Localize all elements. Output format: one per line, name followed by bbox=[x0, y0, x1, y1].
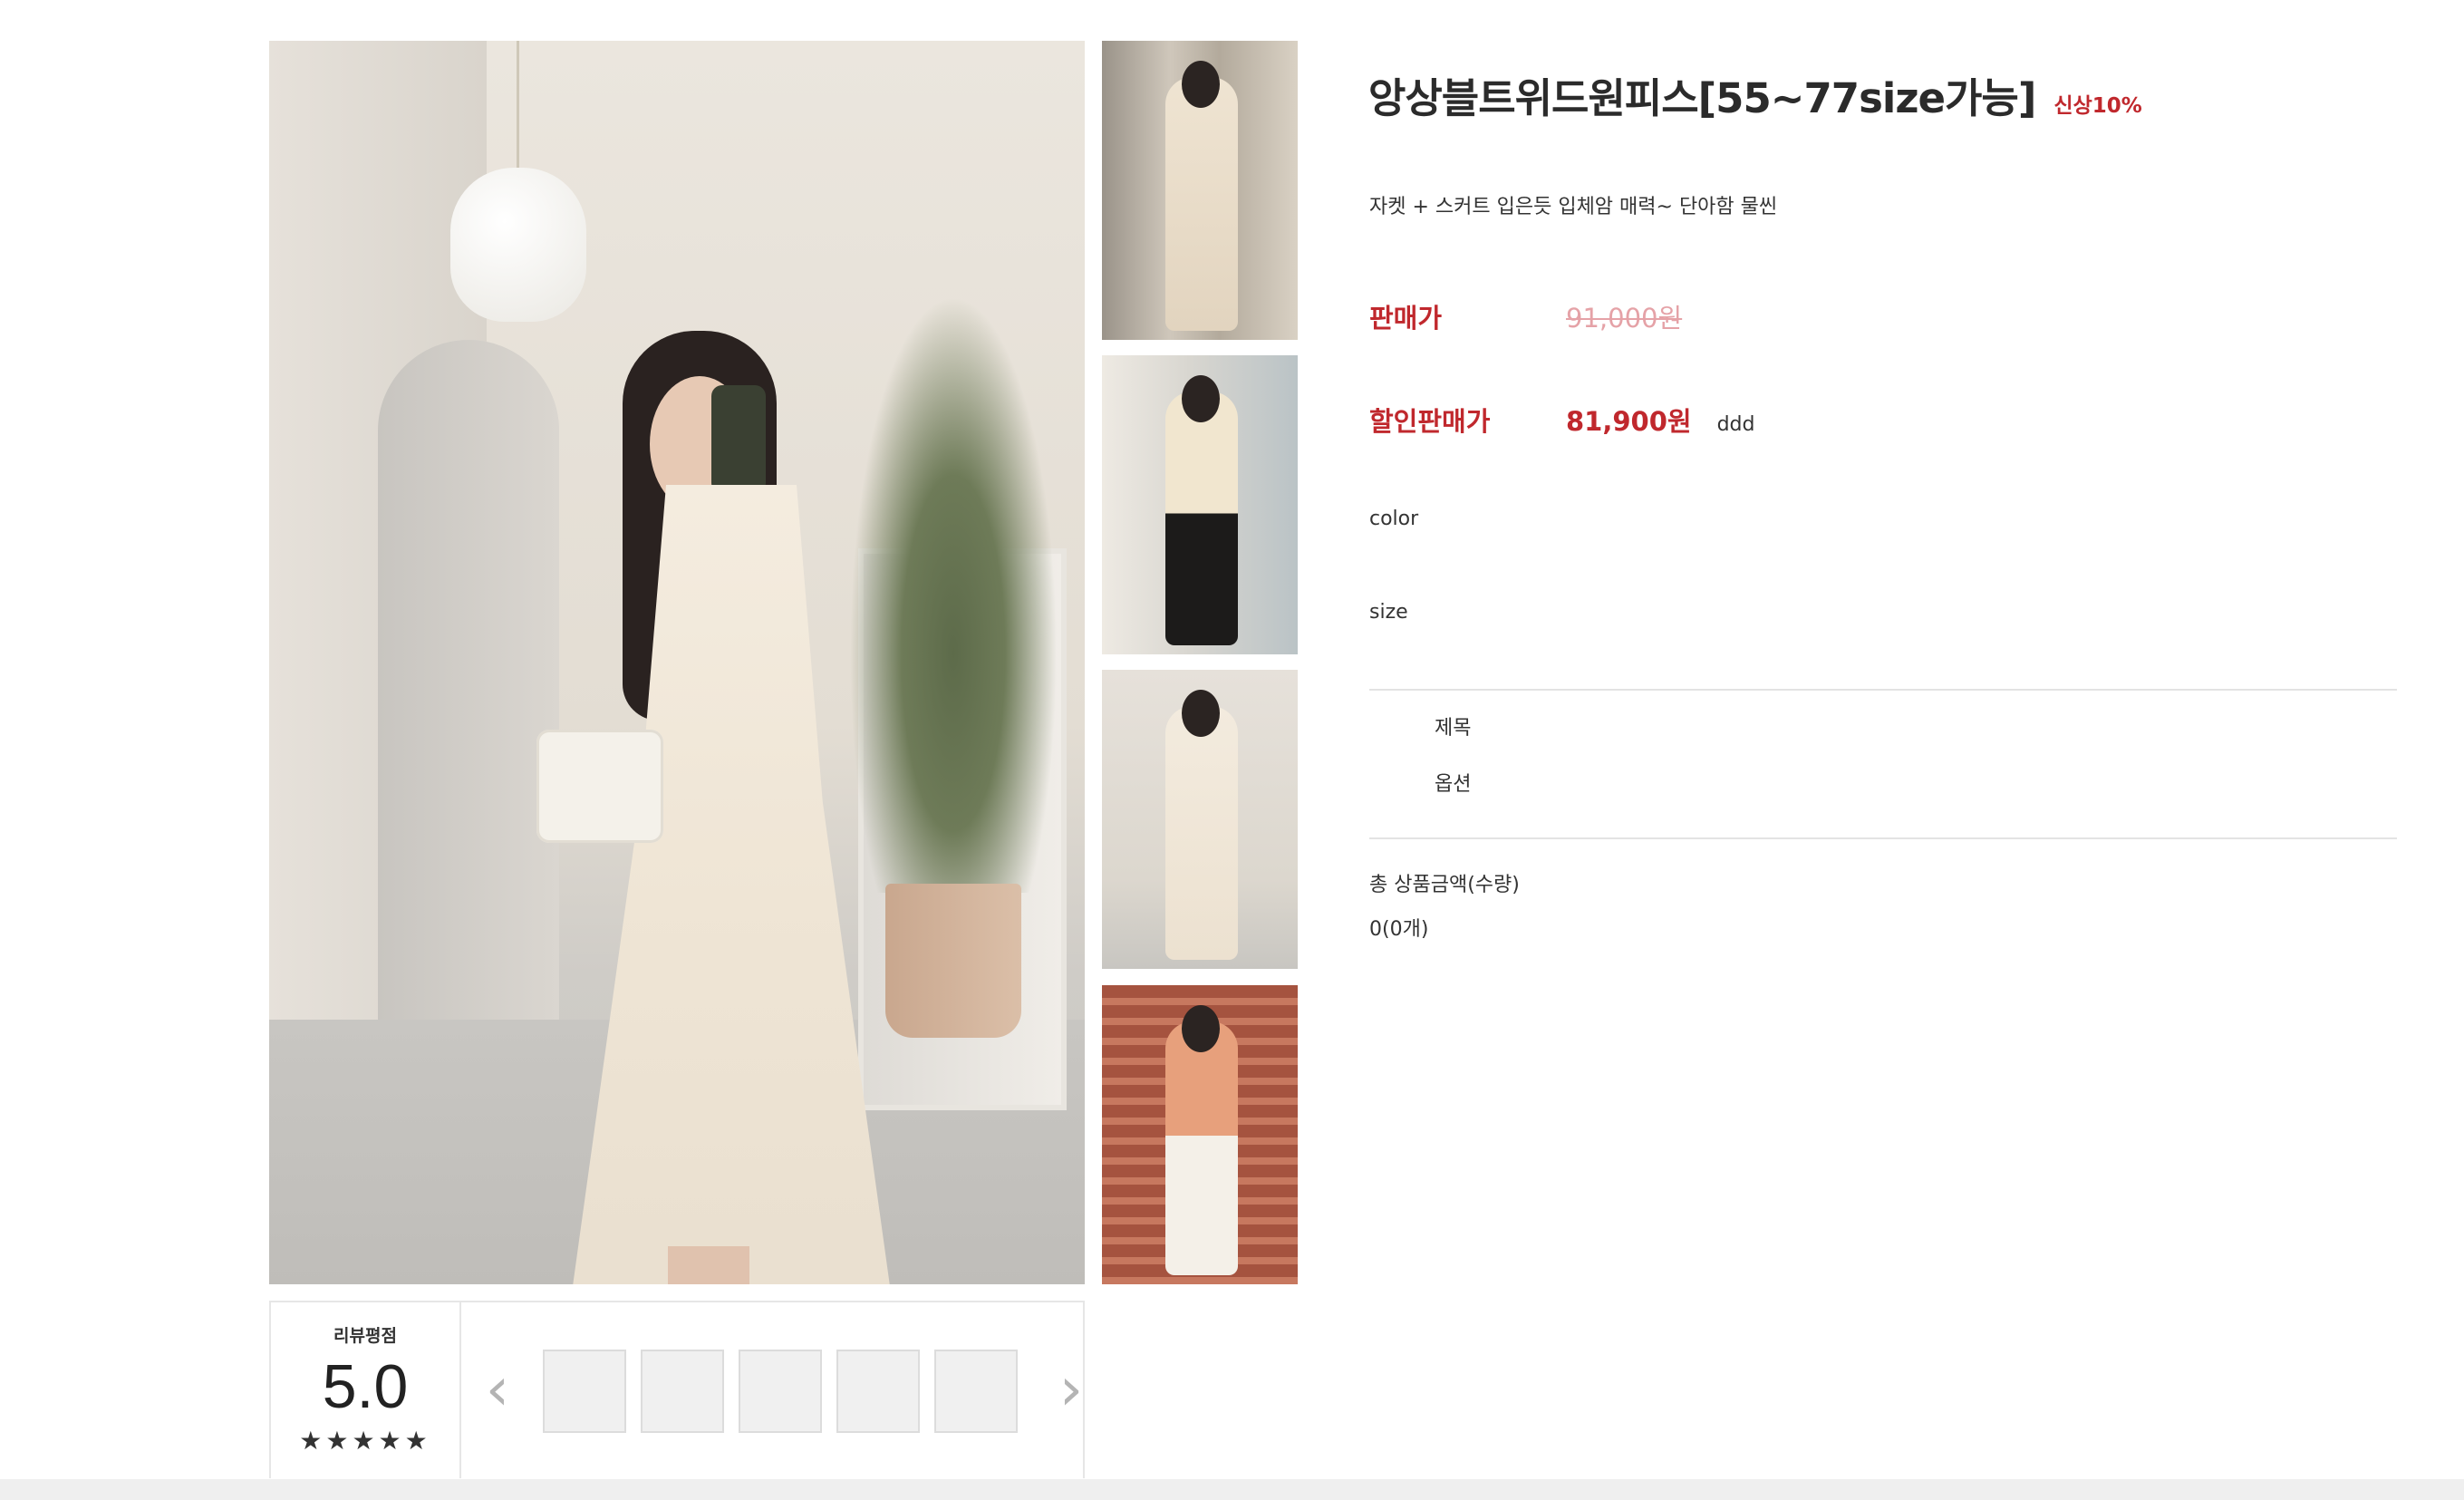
sale-price-row: 할인판매가 81,900원 ddd bbox=[1369, 401, 1755, 439]
product-thumbnail-2[interactable] bbox=[1102, 355, 1298, 654]
image-pot bbox=[885, 884, 1021, 1038]
color-option-label: color bbox=[1369, 508, 1419, 530]
new-discount-badge: 신상10% bbox=[2053, 94, 2142, 118]
star-rating-icon: ★★★★★ bbox=[299, 1426, 431, 1456]
price-row: 판매가 91,000원 bbox=[1369, 297, 1682, 335]
review-photo-thumb[interactable] bbox=[543, 1350, 626, 1433]
divider bbox=[1369, 837, 2397, 839]
image-phone bbox=[711, 385, 766, 494]
chevron-left-icon[interactable]: ‹ bbox=[475, 1355, 520, 1427]
image-lamp bbox=[450, 168, 586, 322]
sale-price: 81,900원 bbox=[1566, 406, 1692, 437]
footer-bar bbox=[0, 1479, 2464, 1500]
review-photo-thumb[interactable] bbox=[836, 1350, 920, 1433]
review-rating-title: 리뷰평점 bbox=[333, 1326, 397, 1346]
review-photo-thumb[interactable] bbox=[641, 1350, 724, 1433]
chevron-right-icon[interactable]: › bbox=[1048, 1355, 1094, 1427]
size-option-label: size bbox=[1369, 601, 1408, 624]
selected-item-title-label: 제목 bbox=[1435, 717, 1472, 740]
image-plant bbox=[849, 295, 1058, 893]
total-price-value: 0(0개) bbox=[1369, 918, 1429, 941]
image-dress bbox=[568, 485, 894, 1284]
product-summary: 자켓 + 스커트 입은듯 입체암 매력~ 단아함 물씬 bbox=[1369, 196, 1778, 218]
product-thumbnail-3[interactable] bbox=[1102, 670, 1298, 969]
image-lamp-cord bbox=[517, 41, 519, 168]
image-model-legs bbox=[668, 1246, 749, 1284]
product-thumbnail-4[interactable] bbox=[1102, 985, 1298, 1284]
review-rating-score: 5.0 bbox=[322, 1352, 409, 1421]
image-arch bbox=[378, 340, 559, 1083]
original-price: 91,000원 bbox=[1566, 303, 1683, 334]
sale-price-note: ddd bbox=[1716, 413, 1755, 436]
review-photo-thumb[interactable] bbox=[934, 1350, 1018, 1433]
review-photo-thumb[interactable] bbox=[739, 1350, 822, 1433]
main-product-image[interactable] bbox=[269, 41, 1085, 1284]
price-label: 판매가 bbox=[1369, 303, 1443, 334]
total-price-label: 총 상품금액(수량) bbox=[1369, 874, 1520, 896]
image-handbag bbox=[536, 730, 663, 843]
review-rating-cell: 리뷰평점 5.0 ★★★★★ bbox=[271, 1302, 461, 1478]
product-detail-page: 리뷰평점 5.0 ★★★★★ ‹ › 앙상블트위드원피스[55~77size가능… bbox=[0, 0, 2464, 1500]
review-summary-box: 리뷰평점 5.0 ★★★★★ ‹ › bbox=[269, 1301, 1085, 1478]
divider bbox=[1369, 689, 2397, 691]
product-title-row: 앙상블트위드원피스[55~77size가능] 신상10% bbox=[1368, 65, 2142, 124]
product-title: 앙상블트위드원피스[55~77size가능] bbox=[1368, 74, 2036, 122]
selected-item-option-label: 옵션 bbox=[1435, 773, 1472, 796]
sale-price-label: 할인판매가 bbox=[1369, 406, 1491, 437]
product-thumbnail-1[interactable] bbox=[1102, 41, 1298, 340]
